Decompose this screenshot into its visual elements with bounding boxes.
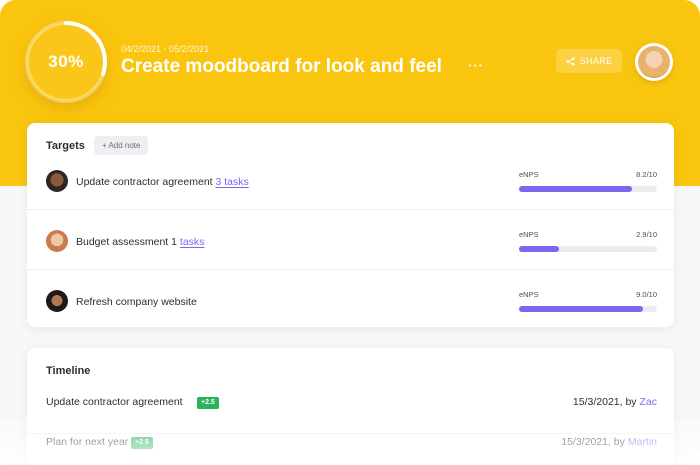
timeline-title: Timeline	[46, 365, 91, 377]
date-range: 04/2/2021 - 05/2/2021	[121, 44, 210, 54]
avatar	[46, 290, 68, 312]
target-name: Update contractor agreement	[76, 176, 213, 188]
score-badge: +2.5	[131, 437, 153, 449]
target-row[interactable]: Budget assessment 1 tasks eNPS 2.9/10	[27, 210, 674, 270]
metric-value: 2.9/10	[636, 230, 657, 239]
goal-page: 30% 04/2/2021 - 05/2/2021 Create moodboa…	[0, 0, 700, 465]
progress-fill	[519, 246, 560, 252]
metric-name: eNPS	[519, 170, 539, 179]
share-label: SHARE	[579, 56, 613, 66]
timeline-author[interactable]: Martin	[628, 436, 657, 448]
tasks-link[interactable]: tasks	[180, 236, 205, 248]
tasks-link[interactable]: 3 tasks	[216, 176, 249, 188]
score-badge: +2.5	[197, 397, 219, 409]
progress-track	[519, 306, 657, 312]
share-button[interactable]: SHARE	[556, 49, 622, 73]
more-options-icon[interactable]: ···	[468, 58, 484, 73]
timeline-meta: 15/3/2021, by Zac	[573, 396, 657, 408]
target-label: Budget assessment 1 tasks	[76, 236, 204, 248]
timeline-row[interactable]: Plan for next year +2.5 15/3/2021, by Ma…	[27, 436, 674, 465]
progress-fill	[519, 186, 633, 192]
avatar	[46, 230, 68, 252]
target-row[interactable]: Update contractor agreement 3 tasks eNPS…	[27, 150, 674, 210]
progress-fill	[519, 306, 644, 312]
targets-card: Targets + Add note Update contractor agr…	[27, 123, 674, 327]
target-label: Refresh company website	[76, 296, 197, 308]
timeline-card: Timeline Update contractor agreement +2.…	[27, 348, 674, 465]
target-row[interactable]: Refresh company website eNPS 9.0/10	[27, 270, 674, 330]
timeline-author[interactable]: Zac	[639, 396, 657, 408]
metric-name: eNPS	[519, 230, 539, 239]
timeline-label: Update contractor agreement	[46, 396, 183, 408]
progress-ring: 30%	[21, 17, 111, 107]
target-name: Refresh company website	[76, 296, 197, 308]
metric-value: 8.2/10	[636, 170, 657, 179]
timeline-label: Plan for next year	[46, 436, 129, 448]
avatar	[46, 170, 68, 192]
timeline-date: 15/3/2021, by	[561, 436, 628, 448]
avatar-face	[638, 46, 670, 78]
owner-avatar[interactable]	[635, 43, 673, 81]
share-icon	[566, 56, 575, 66]
page-title[interactable]: Create moodboard for look and feel	[121, 56, 442, 78]
timeline-date: 15/3/2021, by	[572, 396, 640, 408]
progress-track	[519, 186, 657, 192]
progress-track	[519, 246, 657, 252]
metric-name: eNPS	[519, 290, 539, 299]
progress-percent: 30%	[48, 52, 84, 71]
timeline-meta: 15/3/2021, by Martin	[561, 436, 657, 448]
timeline-row[interactable]: Update contractor agreement +2.5 15/3/20…	[27, 396, 674, 434]
target-label: Update contractor agreement 3 tasks	[76, 176, 249, 188]
metric-value: 9.0/10	[636, 290, 657, 299]
target-name: Budget assessment 1	[76, 236, 177, 248]
